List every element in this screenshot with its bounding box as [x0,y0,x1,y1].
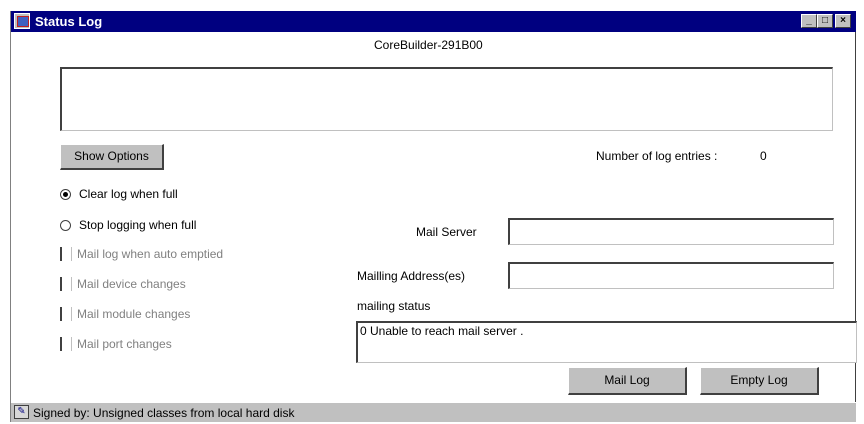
mail-server-label: Mail Server [416,225,477,239]
maximize-button[interactable]: □ [817,14,833,28]
mailing-status-textarea[interactable]: 0 Unable to reach mail server . [356,321,857,363]
status-bar-text: Signed by: Unsigned classes from local h… [33,406,295,420]
checkbox-label: Mail port changes [77,337,172,351]
mail-server-input[interactable] [508,218,834,245]
radio-stop-logging[interactable]: Stop logging when full [60,218,196,232]
empty-log-button[interactable]: Empty Log [700,367,819,395]
signed-icon: ✎ [14,405,29,419]
checkbox-icon[interactable] [60,337,72,351]
checkbox-label: Mail module changes [77,307,191,321]
device-name: CoreBuilder-291B00 [374,38,483,52]
radio-label: Stop logging when full [79,218,197,232]
app-icon[interactable] [14,13,30,29]
radio-label: Clear log when full [79,187,178,201]
title-bar[interactable]: Status Log _ □ × [11,11,856,32]
status-bar: ✎ Signed by: Unsigned classes from local… [11,402,856,422]
log-textarea[interactable] [60,67,833,131]
log-entries-count: 0 [760,149,767,163]
show-options-button[interactable]: Show Options [60,144,164,170]
radio-selected-icon[interactable] [60,188,71,200]
mailing-status-label: mailing status [357,299,431,313]
radio-unselected-icon[interactable] [60,219,71,231]
mailing-address-label: Mailling Address(es) [357,269,466,283]
radio-clear-log[interactable]: Clear log when full [60,187,178,201]
window-title: Status Log [35,14,103,29]
close-button[interactable]: × [835,14,851,28]
checkbox-label: Mail log when auto emptied [77,247,224,261]
log-entries-label: Number of log entries : [596,149,718,163]
checkbox-mail-device-changes[interactable]: Mail device changes [60,277,186,291]
checkbox-mail-module-changes[interactable]: Mail module changes [60,307,190,321]
mailing-address-input[interactable] [508,262,834,289]
checkbox-label: Mail device changes [77,277,186,291]
mail-log-button[interactable]: Mail Log [568,367,687,395]
checkbox-mail-log-auto-emptied[interactable]: Mail log when auto emptied [60,247,223,261]
minimize-button[interactable]: _ [801,14,817,28]
checkbox-mail-port-changes[interactable]: Mail port changes [60,337,172,351]
checkbox-icon[interactable] [60,277,72,291]
checkbox-icon[interactable] [60,307,72,321]
checkbox-icon[interactable] [60,247,72,261]
status-log-window: Status Log _ □ × CoreBuilder-291B00 Show… [10,11,857,422]
